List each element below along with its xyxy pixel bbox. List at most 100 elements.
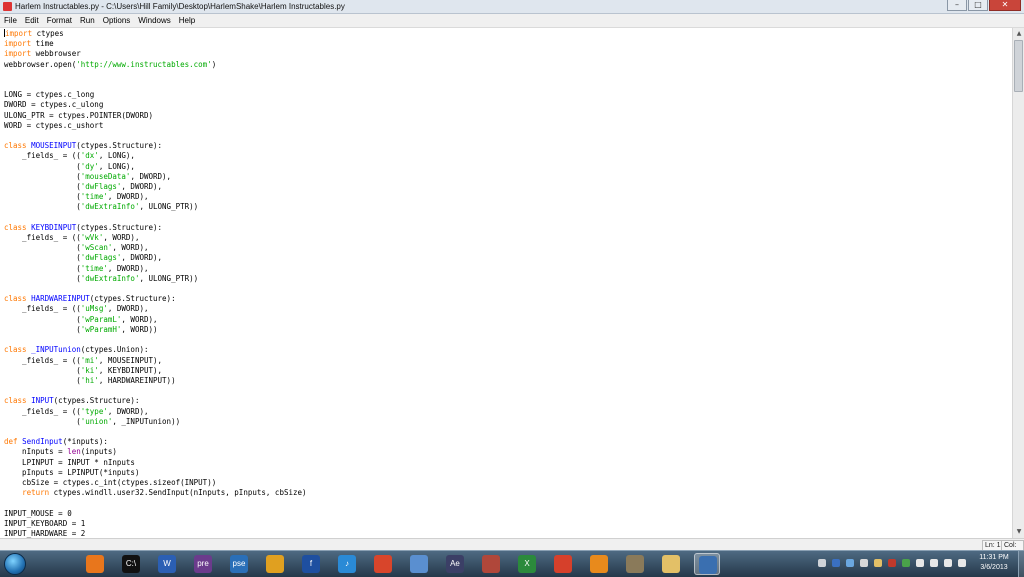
code-token: nInputs = bbox=[4, 447, 68, 457]
tray-app-icon[interactable] bbox=[874, 559, 882, 567]
code-token: , DWORD), bbox=[107, 263, 149, 273]
tray-app-icon[interactable] bbox=[888, 559, 896, 567]
close-button[interactable]: ✕ bbox=[989, 0, 1021, 11]
taskbar-presentation-button[interactable] bbox=[370, 553, 396, 575]
tray-app-icon[interactable] bbox=[860, 559, 868, 567]
code-token: _fields_ = (( bbox=[4, 233, 81, 243]
code-token: ( bbox=[4, 314, 81, 324]
taskbar-premiere-elements-button[interactable]: pre bbox=[190, 553, 216, 575]
excel-icon: X bbox=[518, 555, 536, 573]
menu-run[interactable]: Run bbox=[76, 14, 99, 27]
itunes-icon: ♪ bbox=[338, 555, 356, 573]
code-token: SendInput bbox=[22, 437, 63, 447]
code-token: class bbox=[4, 345, 27, 355]
tray-app-icon[interactable] bbox=[930, 559, 938, 567]
code-line: ('time', DWORD), bbox=[4, 263, 149, 273]
tray-app-icon[interactable] bbox=[916, 559, 924, 567]
code-line: LONG = ctypes.c_long bbox=[4, 90, 94, 99]
show-desktop-button[interactable] bbox=[1018, 551, 1024, 577]
menu-windows[interactable]: Windows bbox=[134, 14, 174, 27]
taskbar-cmd-button[interactable]: C:\ bbox=[118, 553, 144, 575]
taskbar-pages-button[interactable] bbox=[622, 553, 648, 575]
taskbar-chrome-button[interactable] bbox=[550, 553, 576, 575]
code-line: ('dwFlags', DWORD), bbox=[4, 253, 162, 262]
code-line: WORD = ctypes.c_ushort bbox=[4, 121, 103, 130]
tray-app-icon[interactable] bbox=[846, 559, 854, 567]
code-token: class bbox=[4, 222, 27, 232]
menu-file[interactable]: File bbox=[0, 14, 21, 27]
code-token: WORD = ctypes.c_ushort bbox=[4, 120, 104, 130]
taskbar-excel-button[interactable]: X bbox=[514, 553, 540, 575]
taskbar-after-effects-button[interactable]: Ae bbox=[442, 553, 468, 575]
taskbar-paint-button[interactable] bbox=[478, 553, 504, 575]
code-token: 'dx' bbox=[80, 151, 99, 161]
taskbar-virtualbox-button[interactable] bbox=[406, 553, 432, 575]
code-token: return bbox=[22, 488, 50, 498]
code-text[interactable]: import ctypes import time import webbrow… bbox=[0, 28, 1012, 538]
scroll-down-arrow-icon[interactable]: ▼ bbox=[1014, 527, 1024, 537]
code-line: ('ki', KEYBDINPUT), bbox=[4, 366, 162, 375]
title-bar[interactable]: Harlem Instructables.py - C:\Users\Hill … bbox=[0, 0, 1024, 14]
taskbar-blender-button[interactable] bbox=[586, 553, 612, 575]
flash-icon: f bbox=[302, 555, 320, 573]
maximize-button[interactable]: □ bbox=[968, 0, 988, 11]
taskbar-itunes-button[interactable]: ♪ bbox=[334, 553, 360, 575]
code-token: , WORD)) bbox=[121, 324, 158, 334]
winamp-icon bbox=[266, 555, 284, 573]
clock[interactable]: 11:31 PM 3/6/2013 bbox=[972, 553, 1016, 573]
taskbar-firefox-button[interactable] bbox=[82, 553, 108, 575]
window-title: Harlem Instructables.py - C:\Users\Hill … bbox=[15, 2, 345, 11]
taskbar-python-idle-button[interactable] bbox=[694, 553, 720, 575]
idle-app-icon[interactable] bbox=[3, 2, 12, 11]
code-line: INPUT_KEYBOARD = 1 bbox=[4, 519, 85, 528]
code-token: , WORD), bbox=[121, 314, 158, 324]
code-token: 'dwExtraInfo' bbox=[80, 202, 140, 212]
code-token: ( bbox=[4, 416, 81, 426]
code-token: LONG = ctypes.c_long bbox=[4, 90, 95, 100]
code-token: ) bbox=[211, 59, 217, 69]
tray-app-icon[interactable] bbox=[958, 559, 966, 567]
code-token: ( bbox=[4, 182, 81, 192]
vertical-scrollbar[interactable]: ▲ ▼ bbox=[1012, 28, 1024, 538]
tray-app-icon[interactable] bbox=[818, 559, 826, 567]
tray-app-icon[interactable] bbox=[944, 559, 952, 567]
code-line: _fields_ = (('uMsg', DWORD), bbox=[4, 304, 148, 313]
window-controls: – □ ✕ bbox=[946, 0, 1021, 12]
menu-format[interactable]: Format bbox=[43, 14, 76, 27]
code-token: (inputs) bbox=[80, 447, 117, 457]
code-line: pInputs = LPINPUT(*inputs) bbox=[4, 468, 139, 477]
code-token: , DWORD), bbox=[107, 192, 149, 202]
taskbar-winamp-button[interactable] bbox=[262, 553, 288, 575]
code-line: _fields_ = (('type', DWORD), bbox=[4, 406, 148, 416]
taskbar-photoshop-elements-button[interactable]: pse bbox=[226, 553, 252, 575]
scroll-up-arrow-icon[interactable]: ▲ bbox=[1014, 29, 1024, 39]
scroll-thumb[interactable] bbox=[1014, 40, 1023, 92]
start-button[interactable] bbox=[4, 553, 26, 575]
code-token: 'time' bbox=[80, 192, 108, 202]
taskbar-flash-button[interactable]: f bbox=[298, 553, 324, 575]
code-token: webbrowser.open( bbox=[4, 59, 77, 69]
minimize-button[interactable]: – bbox=[947, 0, 967, 11]
code-token: ( bbox=[4, 324, 81, 334]
code-token: ( bbox=[4, 161, 81, 171]
taskbar-word-button[interactable]: W bbox=[154, 553, 180, 575]
code-token: class bbox=[4, 141, 27, 151]
code-token: , ULONG_PTR)) bbox=[139, 202, 199, 212]
code-editor[interactable]: import ctypes import time import webbrow… bbox=[0, 28, 1012, 538]
cmd-icon: C:\ bbox=[122, 555, 140, 573]
code-token: 'hi' bbox=[80, 375, 99, 385]
menu-edit[interactable]: Edit bbox=[21, 14, 43, 27]
code-token: ( bbox=[4, 375, 81, 385]
blender-icon bbox=[590, 555, 608, 573]
code-line: LPINPUT = INPUT * nInputs bbox=[4, 458, 135, 467]
code-token: MOUSEINPUT bbox=[31, 141, 77, 151]
taskbar-explorer-button[interactable] bbox=[658, 553, 684, 575]
code-token: 'mouseData' bbox=[80, 171, 131, 181]
tray-app-icon[interactable] bbox=[832, 559, 840, 567]
tray-app-icon[interactable] bbox=[902, 559, 910, 567]
code-token: 'type' bbox=[80, 406, 108, 416]
menu-options[interactable]: Options bbox=[99, 14, 135, 27]
menu-help[interactable]: Help bbox=[175, 14, 199, 27]
virtualbox-icon bbox=[410, 555, 428, 573]
